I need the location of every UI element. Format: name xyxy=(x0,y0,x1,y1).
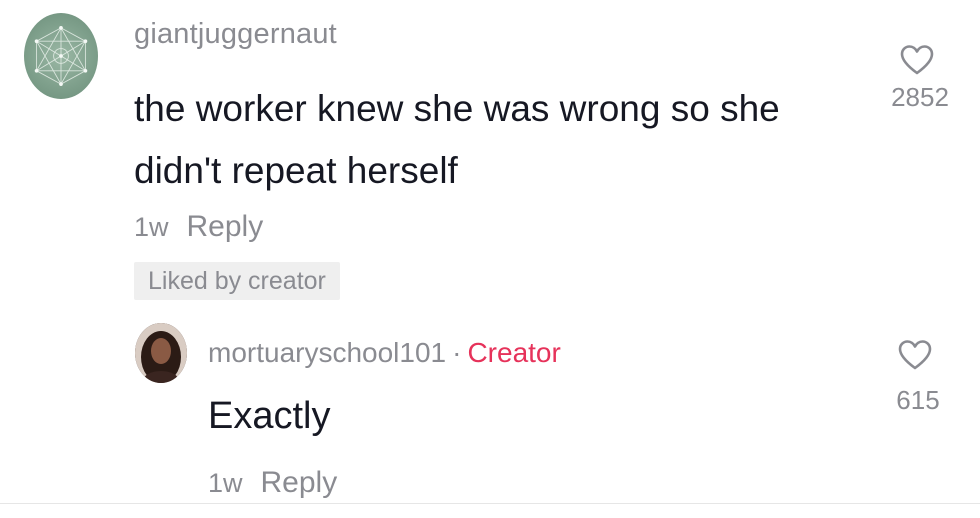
comment-timestamp: 1w xyxy=(134,212,169,242)
like-count: 615 xyxy=(896,385,940,415)
reply-text: Exactly xyxy=(208,395,331,437)
heart-icon[interactable] xyxy=(898,339,932,371)
reply-meta: 1w Reply xyxy=(208,466,337,500)
profile-photo-icon xyxy=(135,323,187,383)
creator-label: Creator xyxy=(467,337,561,368)
liked-by-creator-badge: Liked by creator xyxy=(134,262,340,300)
reply-username-row: mortuaryschool101 · Creator xyxy=(208,337,561,369)
comment-username[interactable]: giantjuggernaut xyxy=(134,18,337,51)
heart-icon[interactable] xyxy=(900,44,934,76)
reply-button[interactable]: Reply xyxy=(261,466,338,499)
like-count: 2852 xyxy=(891,82,949,112)
reply-username[interactable]: mortuaryschool101 xyxy=(208,337,446,368)
reply-button[interactable]: Reply xyxy=(187,210,264,243)
divider xyxy=(0,503,980,504)
separator-dot: · xyxy=(452,337,462,368)
comment-text: the worker knew she was wrong so she did… xyxy=(134,88,780,191)
sacred-geometry-icon xyxy=(34,26,88,86)
comment-meta: 1w Reply xyxy=(134,210,263,244)
avatar[interactable] xyxy=(24,13,98,99)
reply-timestamp: 1w xyxy=(208,468,243,498)
avatar[interactable] xyxy=(135,323,187,383)
